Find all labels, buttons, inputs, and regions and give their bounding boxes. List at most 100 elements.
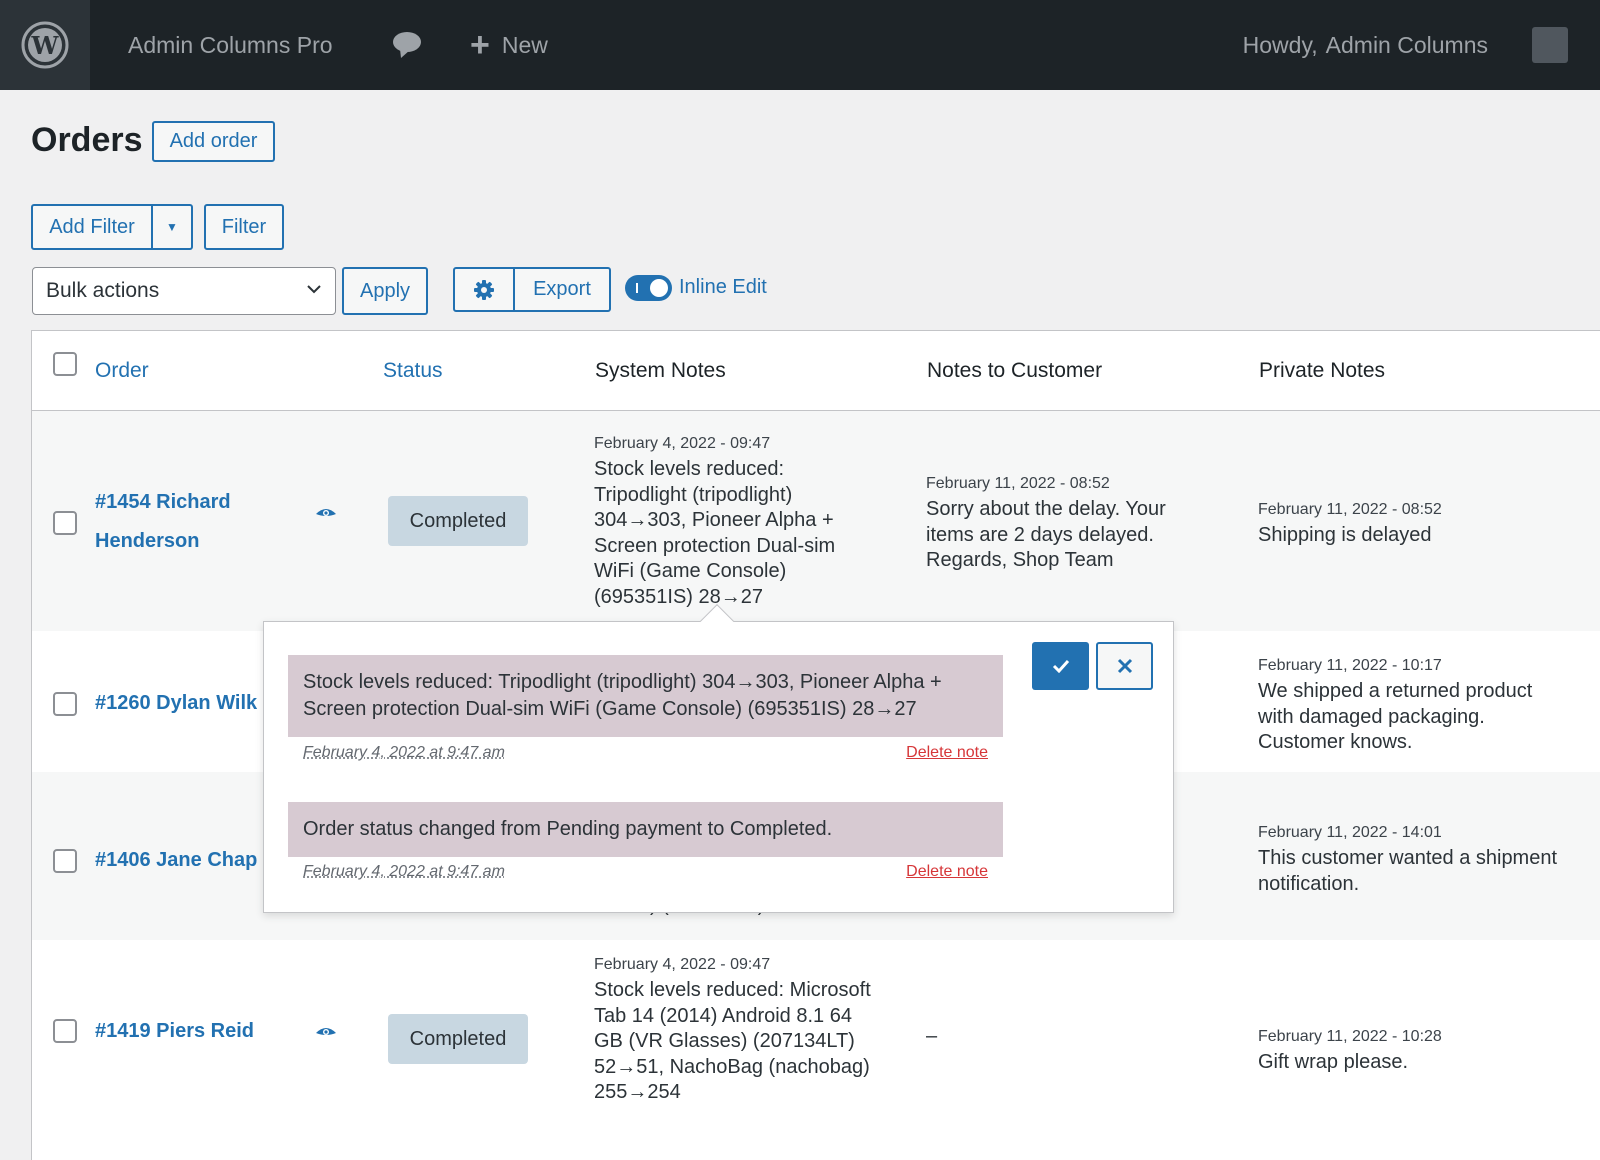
note-line: Screen protection Dual-sim — [594, 534, 836, 557]
note-date: February 11, 2022 - 14:01 — [1258, 824, 1442, 841]
column-order[interactable]: Order — [95, 359, 149, 383]
note-date: February 4, 2022 - 09:47 — [594, 435, 771, 452]
add-filter-group: Add Filter ▼ — [31, 204, 193, 250]
add-filter-dropdown[interactable]: ▼ — [153, 206, 191, 248]
comments-link[interactable] — [392, 0, 422, 90]
wordpress-logo-button[interactable]: W — [0, 0, 90, 90]
note-line: with damaged packaging. — [1258, 705, 1485, 728]
filter-button[interactable]: Filter — [204, 204, 284, 250]
status-badge[interactable]: Completed — [388, 496, 528, 546]
private-notes-cell[interactable]: February 11, 2022 - 08:52 Shipping is de… — [1258, 499, 1588, 549]
popup-note-line: Screen protection Dual-sim WiFi (Game Co… — [303, 698, 917, 720]
note-line: Gift wrap please. — [1258, 1051, 1409, 1073]
note-line: Tab 14 (2014) Android 8.1 64 — [594, 1004, 852, 1027]
note-timestamp: February 4, 2022 at 9:47 am — [303, 744, 505, 761]
popup-note: Order status changed from Pending paymen… — [288, 802, 1003, 857]
row-checkbox[interactable] — [53, 1019, 77, 1043]
table-row: #1454 Richard Henderson Completed Februa… — [32, 411, 1600, 631]
select-all-checkbox[interactable] — [53, 352, 77, 376]
note-date: February 11, 2022 - 10:17 — [1258, 657, 1442, 674]
howdy-text: Howdy, — [1242, 31, 1318, 58]
column-system-notes: System Notes — [595, 359, 726, 382]
column-notes-to-customer: Notes to Customer — [927, 359, 1103, 382]
order-link[interactable]: #1419 Piers Reid — [95, 1012, 254, 1051]
order-link[interactable]: #1454 Richard Henderson — [95, 483, 231, 561]
order-link[interactable]: #1406 Jane Chap — [95, 841, 257, 880]
eye-icon[interactable] — [315, 1026, 337, 1040]
bulk-actions-value: Bulk actions — [46, 279, 160, 302]
note-line: 304→303, Pioneer Alpha + — [594, 509, 834, 531]
account-menu[interactable]: Howdy, Admin Columns — [1243, 0, 1488, 90]
new-content-link[interactable]: + New — [470, 0, 548, 90]
private-notes-cell[interactable]: February 11, 2022 - 10:17 We shipped a r… — [1258, 655, 1588, 756]
inline-edit-label[interactable]: Inline Edit — [679, 276, 767, 299]
eye-icon[interactable] — [315, 507, 337, 521]
popup-note-meta: February 4, 2022 at 9:47 am Delete note — [303, 744, 988, 762]
delete-note-link[interactable]: Delete note — [906, 744, 988, 762]
toggle-knob — [650, 279, 668, 297]
wordpress-icon: W — [21, 21, 69, 69]
inline-edit-toggle[interactable] — [625, 275, 672, 301]
status-badge[interactable]: Completed — [388, 1014, 528, 1064]
system-notes-cell[interactable]: February 4, 2022 - 09:47 Stock levels re… — [594, 954, 914, 1106]
note-line: We shipped a returned product — [1258, 680, 1533, 702]
chevron-down-icon — [307, 285, 321, 294]
add-order-button[interactable]: Add order — [152, 121, 275, 162]
order-link[interactable]: #1260 Dylan Wilk — [95, 684, 257, 723]
private-notes-cell[interactable]: February 11, 2022 - 10:28 Gift wrap plea… — [1258, 1026, 1588, 1076]
note-line: 255→254 — [594, 1081, 681, 1103]
popup-note-line: Stock levels reduced: Tripodlight (tripo… — [303, 671, 942, 693]
new-label: New — [501, 31, 548, 58]
note-line: This customer wanted a shipment — [1258, 847, 1558, 869]
note-date: February 11, 2022 - 08:52 — [1258, 501, 1442, 518]
note-line: notification. — [1258, 872, 1360, 895]
note-line: WiFi (Game Console) — [594, 560, 787, 582]
close-icon — [1117, 658, 1132, 674]
popup-note: Stock levels reduced: Tripodlight (tripo… — [288, 655, 1003, 737]
customer-notes-cell[interactable]: – — [926, 1024, 937, 1050]
note-line: 52→51, NachoBag (nachobag) — [594, 1055, 870, 1078]
comment-icon — [393, 32, 421, 58]
column-settings-button[interactable] — [455, 269, 515, 310]
note-line: GB (VR Glasses) (207134LT) — [594, 1030, 855, 1052]
note-line: Shipping is delayed — [1258, 524, 1432, 546]
popup-note-line: Order status changed from Pending paymen… — [303, 818, 833, 840]
apply-button[interactable]: Apply — [342, 267, 428, 315]
column-status[interactable]: Status — [383, 359, 443, 383]
cancel-button[interactable] — [1096, 642, 1153, 690]
site-name: Admin Columns Pro — [128, 31, 333, 58]
order-name-line1: #1454 Richard — [95, 491, 231, 513]
toggle-on-mark — [636, 283, 638, 293]
private-notes-cell[interactable]: February 11, 2022 - 14:01 This customer … — [1258, 822, 1598, 897]
bulk-actions-select[interactable]: Bulk actions — [32, 267, 336, 315]
avatar[interactable] — [1532, 27, 1568, 63]
note-line: items are 2 days delayed. — [926, 523, 1154, 546]
add-filter-button[interactable]: Add Filter — [33, 206, 153, 248]
note-line: Customer knows. — [1258, 731, 1413, 753]
save-button[interactable] — [1032, 642, 1089, 690]
row-checkbox[interactable] — [53, 511, 77, 535]
note-line: (695351IS) 28→27 — [594, 585, 764, 608]
delete-note-link[interactable]: Delete note — [906, 863, 988, 881]
export-group: Export — [453, 267, 611, 312]
site-name-link[interactable]: Admin Columns Pro — [128, 0, 333, 90]
svg-text:W: W — [31, 31, 60, 60]
row-checkbox[interactable] — [53, 692, 77, 716]
popup-note-meta: February 4, 2022 at 9:47 am Delete note — [303, 863, 988, 881]
plus-icon: + — [470, 26, 490, 64]
note-line: Stock levels reduced: — [594, 458, 785, 480]
admin-bar: W Admin Columns Pro + New Howdy, Admin Co… — [0, 0, 1600, 90]
page-title: Orders — [31, 121, 143, 159]
export-button[interactable]: Export — [515, 269, 609, 310]
caret-down-icon: ▼ — [166, 220, 178, 234]
note-date: February 11, 2022 - 10:28 — [1258, 1028, 1442, 1045]
order-name-line2: Henderson — [95, 530, 200, 552]
note-line: Sorry about the delay. Your — [926, 498, 1166, 520]
note-timestamp: February 4, 2022 at 9:47 am — [303, 863, 505, 880]
table-row: #1419 Piers Reid Completed February 4, 2… — [32, 940, 1600, 1132]
system-notes-cell[interactable]: February 4, 2022 - 09:47 Stock levels re… — [594, 433, 894, 610]
note-date: February 4, 2022 - 09:47 — [594, 956, 771, 973]
customer-notes-cell[interactable]: February 11, 2022 - 08:52 Sorry about th… — [926, 473, 1236, 574]
note-line: Tripodlight (tripodlight) — [594, 483, 793, 506]
row-checkbox[interactable] — [53, 849, 77, 873]
